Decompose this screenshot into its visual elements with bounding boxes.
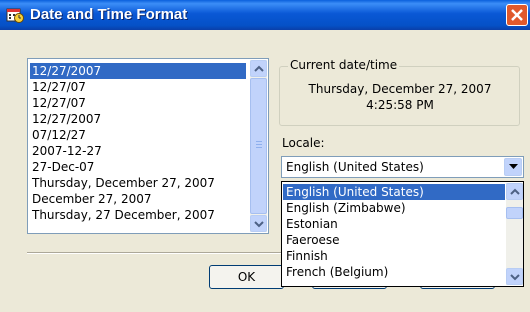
current-time-value: 4:25:58 PM [366,98,434,112]
scroll-down-button[interactable] [506,268,523,285]
format-item[interactable]: 12/27/2007 [30,111,246,127]
format-item[interactable]: December 27, 2007 [30,191,246,207]
format-item[interactable]: 12/27/2007 [30,63,246,79]
locale-list-scrollbar[interactable] [506,183,523,285]
current-datetime-group [279,66,520,126]
format-list[interactable]: 12/27/2007 12/27/07 12/27/07 12/27/2007 … [27,58,269,234]
format-item[interactable]: 27-Dec-07 [30,159,246,175]
scroll-thumb[interactable] [250,78,267,214]
locale-dropdown-list[interactable]: English (United States) English (Zimbabw… [281,181,524,287]
locale-selected-value: English (United States) [286,160,424,174]
locale-option[interactable]: Faeroese [283,232,505,248]
current-date-value: Thursday, December 27, 2007 [308,82,492,96]
locale-option[interactable]: English (United States) [283,184,505,200]
format-item[interactable]: 07/12/27 [30,127,246,143]
current-datetime-label: Current date/time [288,58,400,72]
locale-option[interactable]: French (Belgium) [283,264,505,280]
locale-option[interactable]: Estonian [283,216,505,232]
scroll-up-button[interactable] [506,183,523,200]
scroll-up-button[interactable] [250,60,267,77]
chevron-down-icon [510,274,520,281]
calendar-clock-icon [6,8,24,23]
ok-button[interactable]: OK [209,265,284,289]
locale-label: Locale: [282,136,325,150]
format-item[interactable]: 2007-12-27 [30,143,246,159]
close-button[interactable] [506,4,528,26]
format-item[interactable]: 12/27/07 [30,95,246,111]
scroll-down-button[interactable] [250,215,267,232]
format-item[interactable]: Thursday, 27 December, 2007 [30,207,246,223]
window-title: Date and Time Format [30,6,188,23]
chevron-up-icon [254,65,264,72]
locale-dropdown-button[interactable] [504,158,522,176]
scroll-thumb[interactable] [506,207,523,219]
locale-option[interactable]: Finnish [283,248,505,264]
date-time-format-dialog: Date and Time Format 12/27/2007 12/27/07… [0,0,530,312]
locale-option[interactable]: English (Zimbabwe) [283,200,505,216]
chevron-down-icon [509,164,518,169]
format-item[interactable]: Thursday, December 27, 2007 [30,175,246,191]
format-list-scrollbar[interactable] [250,60,267,232]
locale-combobox[interactable]: English (United States) [281,156,524,178]
chevron-up-icon [510,188,520,195]
close-icon [511,9,523,21]
title-bar[interactable]: Date and Time Format [0,0,530,30]
format-item[interactable]: 12/27/07 [30,79,246,95]
chevron-down-icon [254,221,264,228]
